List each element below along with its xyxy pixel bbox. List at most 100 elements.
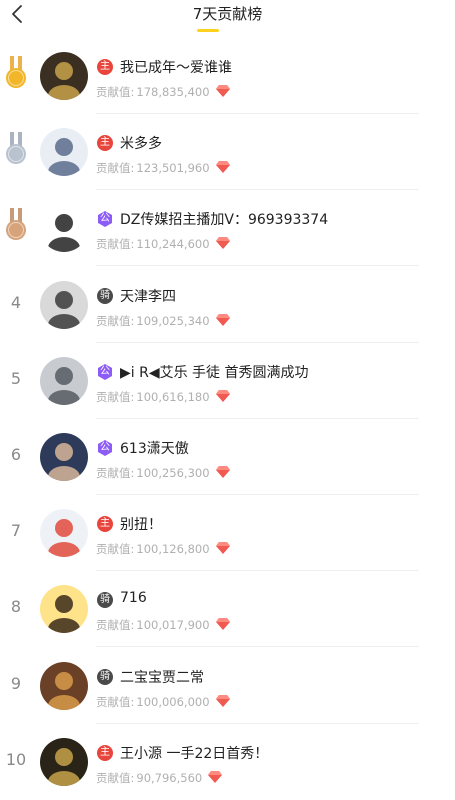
avatar[interactable] [40,280,88,329]
rank-indicator: 4 [2,285,30,321]
contribution-number: 123,501,960 [136,161,210,176]
diamond-icon [215,618,230,631]
rank-number: 6 [10,445,22,464]
user-name[interactable]: DZ传媒招主播加V：969393374 [120,209,328,229]
ranking-row[interactable]: 6 公 613潇天傲贡献值: 100,256,300 [0,419,455,495]
role-badge-label: 公 [100,213,110,225]
contribution-label: 贡献值: [96,85,135,99]
contribution-value: 贡献值: 123,501,960 [96,160,230,176]
diamond-icon [215,542,230,555]
contribution-number: 109,025,340 [136,313,210,328]
contribution-number: 100,256,300 [136,466,210,480]
ranking-row[interactable]: 主我已成年～爱谁谁贡献值: 178,835,400 [0,38,455,114]
user-name[interactable]: 别扭！ [120,514,162,534]
rank-indicator [2,132,30,168]
contribution-label: 贡献值: [96,542,135,557]
user-name[interactable]: 王小源 一手22日首秀！ [120,743,268,763]
diamond-icon [215,85,230,97]
gold-medal-icon [6,56,26,88]
contribution-label: 贡献值: [96,466,135,480]
ranking-row[interactable]: 8 骑 716 贡献值: 100,017,900 [0,571,455,648]
user-name[interactable]: ▶i R◀艾乐 手徒 首秀圆满成功 [120,362,309,382]
contribution-label: 贡献值: [96,694,135,709]
bronze-medal-icon [6,208,26,241]
ranking-row[interactable]: 公 DZ传媒招主播加V：969393374 贡献值: 110,244,600 [0,190,455,267]
contribution-value: 贡献值: 100,017,900 [96,617,230,633]
contribution-label: 贡献值: [96,313,135,328]
avatar[interactable] [40,128,88,177]
role-badge-label: 骑 [100,289,110,301]
role-badge-label: 主 [100,746,110,758]
user-name[interactable]: 天津李四 [120,286,176,306]
diamond-icon [215,466,230,478]
user-name[interactable]: 米多多 [120,133,162,153]
ranking-row[interactable]: 5 公 ▶i R◀艾乐 手徒 首秀圆满成功贡献值: 100,616,180 [0,343,455,419]
ranking-row[interactable]: 9 骑二宝宝贾二常贡献值: 100,006,000 [0,648,455,724]
rank-number: 4 [10,292,22,312]
contribution-number: 100,616,180 [136,389,210,404]
role-badge-label: 公 [100,442,110,453]
contribution-number: 100,006,000 [136,694,210,709]
contribution-number: 100,017,900 [136,618,210,633]
diamond-icon [208,770,223,783]
avatar[interactable] [40,661,88,710]
user-name[interactable]: 613潇天傲 [120,438,189,458]
diamond-icon [215,237,230,250]
role-badge-label: 骑 [100,670,110,682]
contribution-label: 贡献值: [96,237,135,252]
contribution-value: 贡献值: 100,126,800 [96,541,230,557]
contribution-label: 贡献值: [96,161,135,176]
avatar[interactable] [40,737,88,786]
diamond-icon [215,313,230,326]
avatar[interactable] [40,585,88,634]
diamond-icon [215,389,230,402]
header-bar: 7天贡献榜 [0,0,455,36]
rank-indicator: 5 [2,361,30,397]
rank-number: 7 [10,521,22,541]
role-badge-label: 主 [100,137,110,149]
ranking-row[interactable]: 主米多多贡献值: 123,501,960 [0,114,455,191]
user-name[interactable]: 716 [120,590,147,606]
diamond-icon [215,161,230,174]
contribution-label: 贡献值: [96,618,135,633]
ranking-row[interactable]: 10 主王小源 一手22日首秀！ 贡献值: 90,796,560 [0,724,455,800]
avatar[interactable] [40,509,88,558]
diamond-icon [215,694,230,707]
avatar[interactable] [40,52,88,100]
avatar[interactable] [40,356,88,405]
rank-number: 5 [10,368,22,388]
page-title: 7天贡献榜 [192,5,263,23]
rank-number: 8 [10,597,22,617]
rank-indicator [2,56,30,92]
silver-medal-icon [6,132,26,165]
ranking-row[interactable]: 4 骑天津李四贡献值: 109,025,340 [0,267,455,343]
user-name[interactable]: 我已成年～爱谁谁 [120,57,232,77]
contribution-number: 90,796,560 [136,770,203,785]
user-name[interactable]: 二宝宝贾二常 [120,667,204,687]
rank-indicator: 6 [2,437,30,473]
role-badge-label: 公 [100,365,110,377]
avatar[interactable] [40,204,88,253]
ranking-row[interactable]: 7 主别扭！ 贡献值: 100,126,800 [0,495,455,572]
contribution-value: 贡献值: 109,025,340 [96,313,230,329]
contribution-value: 贡献值: 100,616,180 [96,389,230,405]
rank-indicator: 7 [2,513,30,549]
role-badge-label: 主 [100,518,110,530]
rank-indicator: 8 [2,589,30,625]
contribution-number: 110,244,600 [136,237,210,252]
contribution-number: 178,835,400 [136,85,210,99]
contribution-value: 贡献值: 100,006,000 [96,694,230,710]
title-underline [197,29,219,32]
contribution-label: 贡献值: [96,770,135,785]
contribution-label: 贡献值: [96,389,135,404]
rank-indicator [2,208,30,244]
contribution-number: 100,126,800 [136,542,210,557]
contribution-value: 贡献值: 110,244,600 [96,236,230,252]
rank-indicator: 10 [2,742,30,778]
contribution-value: 贡献值: 178,835,400 [96,84,230,100]
avatar[interactable] [40,433,88,481]
rank-indicator: 9 [2,666,30,702]
contribution-value: 贡献值: 90,796,560 [96,770,223,786]
contribution-value: 贡献值: 100,256,300 [96,465,230,481]
role-badge-label: 主 [100,61,110,72]
